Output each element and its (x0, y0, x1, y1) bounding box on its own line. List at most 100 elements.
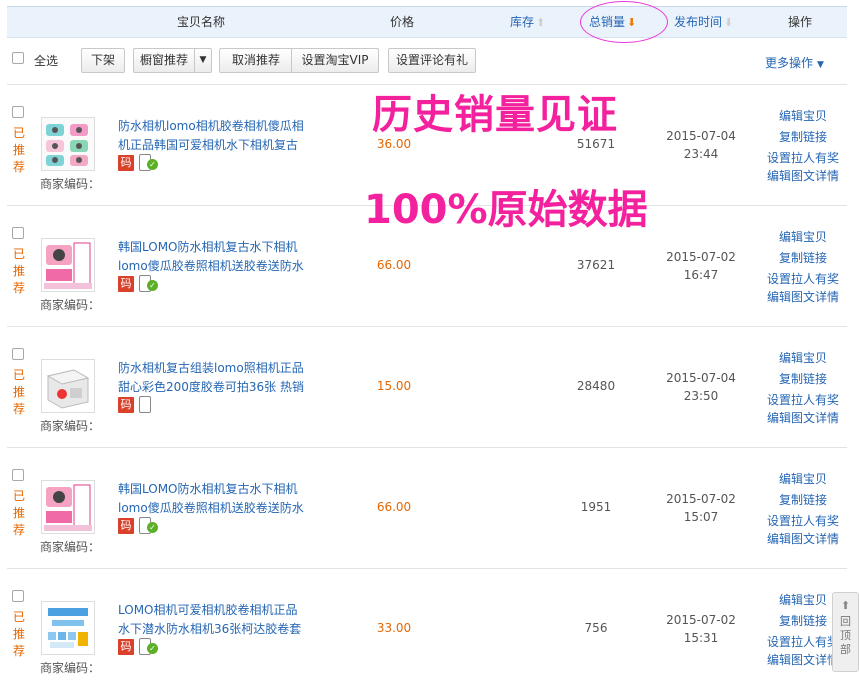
edit-detail-link[interactable]: 编辑图文详情 (759, 288, 847, 306)
header-price: 价格 (390, 15, 415, 29)
table-row: 已推荐 防水相机复古组装lomo照相机正品甜心彩色200度胶卷可拍36张 热销 … (7, 326, 847, 447)
product-title-link[interactable]: 防水相机lomo相机胶卷相机傻瓜相机正品韩国可爱相机水下相机复古 (118, 117, 308, 153)
promo-original-data: 100%原始数据 (364, 187, 648, 233)
triangle-down-icon: ▼ (817, 60, 824, 70)
copy-link-link[interactable]: 复制链接 (759, 249, 847, 267)
set-review-gift-button[interactable]: 设置评论有礼 (388, 48, 476, 73)
header-ops: 操作 (788, 15, 813, 29)
product-thumbnail[interactable] (41, 117, 95, 171)
merchant-code: 商家编码： (40, 661, 101, 675)
table-row: 已推荐 韩国LOMO防水相机复古水下相机lomo傻瓜胶卷照相机送胶卷送防水 码 … (7, 447, 847, 568)
recommended-tag: 已推荐 (12, 488, 26, 539)
product-title-link[interactable]: 韩国LOMO防水相机复古水下相机lomo傻瓜胶卷照相机送胶卷送防水 (118, 480, 308, 516)
row-checkbox[interactable] (12, 348, 24, 360)
code-badge: 码 (118, 639, 134, 655)
publish-date: 2015-07-02 15:07 (661, 490, 741, 526)
more-ops-label: 更多操作 (765, 56, 814, 70)
time: 16:47 (683, 268, 719, 282)
delist-button[interactable]: 下架 (81, 48, 125, 73)
product-title-link[interactable]: LOMO相机可爱相机胶卷相机正品水下潜水防水相机36张柯达胶卷套 (118, 601, 308, 637)
row-checkbox[interactable] (12, 469, 24, 481)
rec-char: 已 (12, 368, 25, 382)
product-thumbnail[interactable] (41, 238, 95, 292)
check-icon: ✓ (147, 643, 158, 654)
check-icon: ✓ (147, 159, 158, 170)
header-stock-label: 库存 (510, 15, 535, 29)
product-title-link[interactable]: 韩国LOMO防水相机复古水下相机lomo傻瓜胶卷照相机送胶卷送防水 (118, 238, 308, 274)
edit-detail-link[interactable]: 编辑图文详情 (759, 167, 847, 185)
header-stock-sort[interactable]: 库存 ⬆ (510, 7, 545, 37)
invite-reward-link[interactable]: 设置拉人有奖 (759, 391, 847, 409)
copy-link-link[interactable]: 复制链接 (759, 491, 847, 509)
set-vip-button[interactable]: 设置淘宝VIP (291, 48, 379, 73)
table-header: 宝贝名称 价格 库存 ⬆ 总销量 ⬇ 发布时间 ⬇ 操作 (7, 1, 847, 43)
window-recommend-dropdown[interactable]: ▼ (194, 48, 212, 73)
rec-char: 已 (12, 126, 25, 140)
invite-reward-link[interactable]: 设置拉人有奖 (759, 512, 847, 530)
row-ops: 编辑宝贝 复制链接 设置拉人有奖 编辑图文详情 (759, 349, 847, 427)
promo-history-sales: 历史销量见证 (372, 92, 618, 138)
invite-reward-link[interactable]: 设置拉人有奖 (759, 149, 847, 167)
sort-down-icon: ⬇ (724, 16, 734, 29)
edit-item-link[interactable]: 编辑宝贝 (759, 470, 847, 488)
back-to-top-button[interactable]: ⬆ 回 顶 部 (832, 592, 859, 672)
rec-char: 荐 (12, 523, 25, 537)
sales-count: 756 (584, 621, 608, 635)
code-badge: 码 (118, 155, 134, 171)
date: 2015-07-02 (666, 613, 736, 627)
row-checkbox[interactable] (12, 106, 24, 118)
header-date-sort[interactable]: 发布时间 ⬇ (674, 7, 733, 37)
sales-count: 1951 (580, 500, 612, 514)
merchant-code: 商家编码： (40, 540, 101, 554)
code-badge: 码 (118, 397, 134, 413)
row-checkbox[interactable] (12, 590, 24, 602)
publish-date: 2015-07-02 16:47 (661, 248, 741, 284)
edit-item-link[interactable]: 编辑宝贝 (759, 349, 847, 367)
invite-reward-link[interactable]: 设置拉人有奖 (759, 270, 847, 288)
check-icon: ✓ (147, 522, 158, 533)
rec-char: 推 (12, 506, 25, 520)
product-thumbnail[interactable] (41, 480, 95, 534)
back-top-char: 回 (840, 615, 851, 628)
rec-char: 推 (12, 143, 25, 157)
recommended-tag: 已推荐 (12, 609, 26, 660)
row-ops: 编辑宝贝 复制链接 设置拉人有奖 编辑图文详情 (759, 107, 847, 185)
edit-item-link[interactable]: 编辑宝贝 (759, 228, 847, 246)
select-all-checkbox[interactable] (12, 52, 24, 64)
row-checkbox[interactable] (12, 227, 24, 239)
merchant-code: 商家编码： (40, 298, 101, 312)
cancel-recommend-button[interactable]: 取消推荐 (219, 48, 293, 73)
header-sales-sort[interactable]: 总销量 ⬇ (589, 7, 636, 37)
recommended-tag: 已推荐 (12, 125, 26, 176)
merchant-code: 商家编码： (40, 177, 101, 191)
rec-char: 推 (12, 264, 25, 278)
mobile-icon (139, 396, 151, 413)
header-name: 宝贝名称 (177, 15, 226, 29)
more-ops-menu[interactable]: 更多操作 ▼ (765, 54, 824, 71)
toolbar: 全选 下架 橱窗推荐 ▼ 取消推荐 设置淘宝VIP 设置评论有礼 更多操作 ▼ (7, 44, 847, 78)
sort-up-icon: ⬆ (536, 16, 546, 29)
edit-item-link[interactable]: 编辑宝贝 (759, 107, 847, 125)
copy-link-link[interactable]: 复制链接 (759, 370, 847, 388)
copy-link-link[interactable]: 复制链接 (759, 128, 847, 146)
price: 33.00 (376, 621, 412, 635)
row-ops: 编辑宝贝 复制链接 设置拉人有奖 编辑图文详情 (759, 228, 847, 306)
edit-detail-link[interactable]: 编辑图文详情 (759, 409, 847, 427)
publish-date: 2015-07-02 15:31 (661, 611, 741, 647)
product-thumbnail[interactable] (41, 601, 95, 655)
code-badge: 码 (118, 276, 134, 292)
recommended-tag: 已推荐 (12, 367, 26, 418)
rec-char: 已 (12, 247, 25, 261)
date: 2015-07-04 (666, 371, 736, 385)
rec-char: 推 (12, 627, 25, 641)
time: 23:44 (683, 147, 719, 161)
rec-char: 推 (12, 385, 25, 399)
edit-detail-link[interactable]: 编辑图文详情 (759, 530, 847, 548)
rec-char: 已 (12, 489, 25, 503)
back-top-char: 部 (840, 643, 851, 656)
date: 2015-07-02 (666, 250, 736, 264)
time: 15:07 (683, 510, 719, 524)
product-thumbnail[interactable] (41, 359, 95, 413)
header-date-label: 发布时间 (674, 15, 723, 29)
product-title-link[interactable]: 防水相机复古组装lomo照相机正品甜心彩色200度胶卷可拍36张 热销 (118, 359, 308, 395)
